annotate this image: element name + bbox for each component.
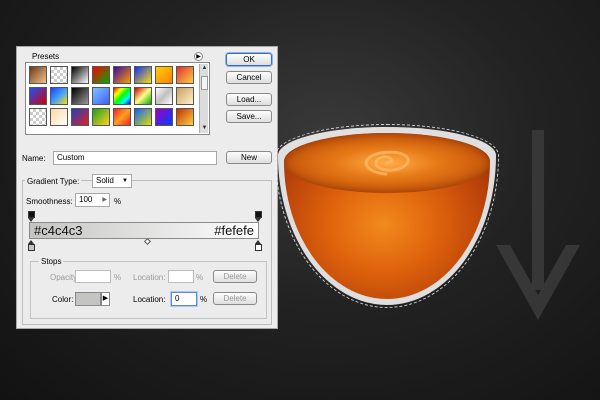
chevron-right-icon[interactable]: ▶ [102, 194, 107, 206]
scroll-down-icon[interactable]: ▼ [201, 125, 208, 132]
stops-label: Stops [39, 257, 64, 266]
color-stop-left[interactable] [28, 240, 35, 251]
preset-swatch[interactable] [71, 108, 89, 126]
preset-swatch[interactable] [134, 87, 152, 105]
smoothness-label: Smoothness: [26, 197, 73, 206]
opacity-location-field [168, 270, 194, 283]
preset-swatch[interactable] [155, 108, 173, 126]
flyout-arrow-icon[interactable]: ▶ [194, 52, 203, 61]
presets-scrollbar[interactable]: ▲ ▼ [199, 64, 208, 133]
load-button[interactable]: Load... [226, 93, 272, 106]
ok-button[interactable]: OK [226, 53, 272, 66]
play-icon[interactable]: ▶ [101, 292, 110, 306]
scroll-thumb[interactable] [201, 76, 208, 90]
color-stop-swatch [28, 244, 35, 251]
preset-swatch[interactable] [71, 66, 89, 84]
stop-color-swatch[interactable] [75, 292, 101, 306]
preset-swatch[interactable] [29, 66, 47, 84]
gradient-editor-dialog: Presets ▶ ▲ ▼ OK Cancel Load... Save... … [16, 46, 278, 329]
preset-swatch[interactable] [50, 108, 68, 126]
swirl-icon [364, 150, 410, 176]
cancel-button[interactable]: Cancel [226, 71, 272, 84]
color-stop-right[interactable] [255, 240, 262, 251]
opacity-delete-button: Delete [213, 270, 257, 283]
new-button[interactable]: New [226, 151, 272, 164]
preset-swatch[interactable] [50, 87, 68, 105]
smoothness-unit: % [114, 197, 122, 206]
preset-swatch[interactable] [29, 87, 47, 105]
presets-panel: ▲ ▼ [25, 62, 210, 135]
preset-swatch[interactable] [29, 108, 47, 126]
preset-swatch[interactable] [155, 87, 173, 105]
preset-swatch[interactable] [176, 66, 194, 84]
opacity-stop-swatch [255, 211, 262, 218]
preset-swatch[interactable] [92, 66, 110, 84]
opacity-location-label: Location: [133, 273, 166, 282]
preset-swatch[interactable] [176, 87, 194, 105]
preset-swatch[interactable] [134, 66, 152, 84]
opacity-location-unit: % [196, 273, 204, 282]
color-location-label: Location: [133, 295, 166, 304]
preset-swatches [29, 66, 199, 131]
name-label: Name: [22, 154, 46, 163]
name-field[interactable]: Custom [53, 151, 217, 165]
presets-label: Presets [32, 52, 60, 61]
color-stop-swatch [255, 244, 262, 251]
gradient-type-value: Solid [96, 176, 114, 185]
preset-swatch[interactable] [50, 66, 68, 84]
color-label: Color: [52, 295, 74, 304]
start-color-text: #c4c4c3 [34, 223, 83, 238]
preset-swatch[interactable] [113, 87, 131, 105]
preset-swatch[interactable] [113, 108, 131, 126]
preset-swatch[interactable] [155, 66, 173, 84]
chevron-down-icon: ▼ [122, 178, 128, 184]
preset-swatch[interactable] [176, 108, 194, 126]
end-color-text: #fefefe [214, 223, 254, 238]
preset-swatch[interactable] [92, 87, 110, 105]
smoothness-field[interactable]: 100 ▶ [75, 193, 110, 207]
preset-swatch[interactable] [92, 108, 110, 126]
gradient-type-select[interactable]: Solid ▼ [92, 174, 132, 188]
opacity-stop-swatch [28, 211, 35, 218]
gradient-type-label: Gradient Type: [25, 177, 82, 186]
opacity-stop-right[interactable] [255, 211, 262, 222]
gradient-preview-bar[interactable]: #c4c4c3 #fefefe [29, 222, 259, 239]
scroll-up-icon[interactable]: ▲ [201, 65, 208, 72]
save-button[interactable]: Save... [226, 110, 272, 123]
color-location-unit: % [200, 295, 208, 304]
preset-swatch[interactable] [134, 108, 152, 126]
preset-swatch[interactable] [71, 87, 89, 105]
opacity-unit: % [114, 273, 122, 282]
down-arrow-icon [496, 130, 580, 320]
smoothness-value: 100 [79, 195, 93, 204]
color-delete-button: Delete [213, 292, 257, 305]
preset-swatch[interactable] [113, 66, 131, 84]
opacity-field [75, 270, 111, 283]
opacity-stop-left[interactable] [28, 211, 35, 222]
color-location-field[interactable]: 0 [171, 292, 197, 306]
